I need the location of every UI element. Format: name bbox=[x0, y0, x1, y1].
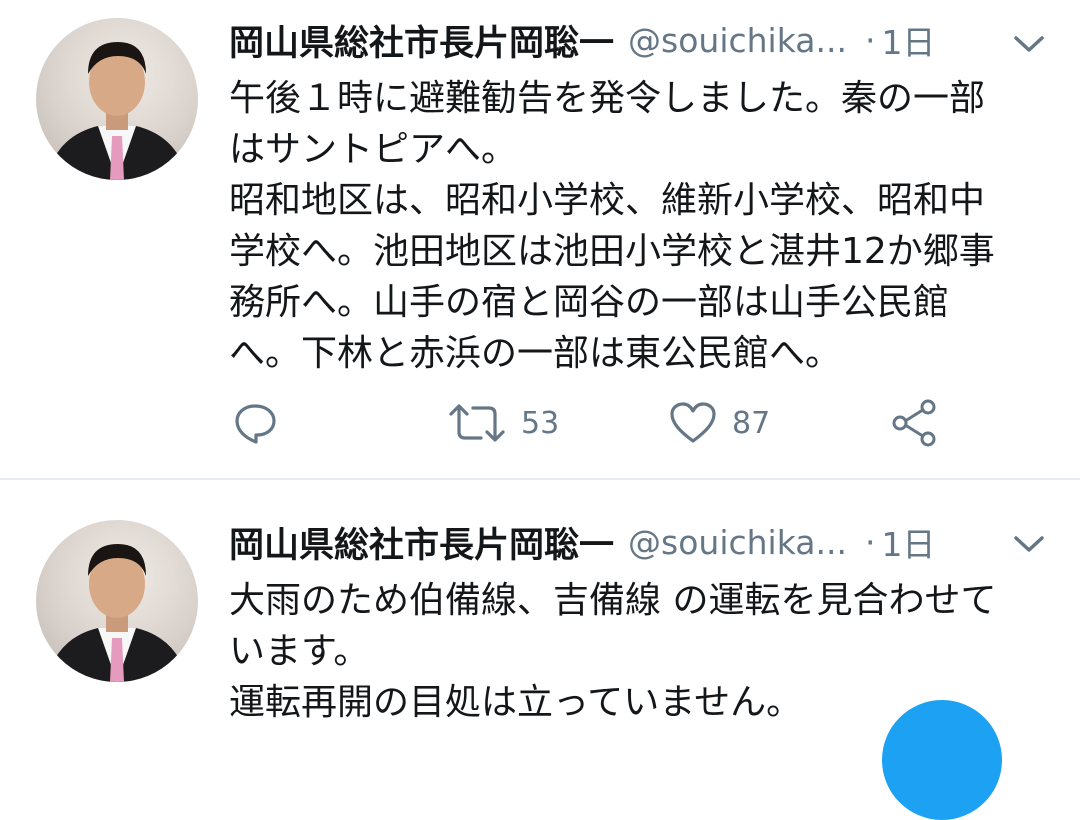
share-icon bbox=[892, 399, 936, 447]
like-button[interactable]: 87 bbox=[668, 395, 770, 451]
tweet-text-line: 午後１時に避難勧告を発令しました。秦の一部 bbox=[229, 78, 986, 119]
avatar[interactable] bbox=[36, 18, 198, 180]
timestamp[interactable]: 1日 bbox=[881, 518, 935, 566]
heart-icon bbox=[670, 402, 716, 443]
tweet-actions: 53 87 bbox=[0, 395, 1080, 451]
tweet-text-line: 学校へ。池田地区は池田小学校と湛井12か郷事 bbox=[229, 231, 995, 272]
tweet-header: 岡山県総社市長片岡聡一 @souichika... · 1日 bbox=[229, 522, 935, 566]
author-name[interactable]: 岡山県総社市長片岡聡一 bbox=[229, 15, 614, 66]
separator-dot: · bbox=[864, 522, 876, 562]
tweet-text-line: へ。下林と赤浜の一部は東公民館へ。 bbox=[229, 333, 842, 374]
share-button[interactable] bbox=[888, 395, 940, 451]
reply-icon bbox=[235, 404, 276, 444]
tweet-text-line: 昭和地区は、昭和小学校、維新小学校、昭和中 bbox=[229, 180, 986, 221]
compose-button[interactable] bbox=[882, 700, 1002, 820]
chevron-down-icon[interactable] bbox=[1012, 33, 1046, 55]
like-count: 87 bbox=[732, 405, 771, 441]
tweet-text-line: 務所へ。山手の宿と岡谷の一部は山手公民館 bbox=[229, 282, 950, 323]
author-handle[interactable]: @souichika... bbox=[628, 523, 847, 562]
tweet-text-line: はサントピアへ。 bbox=[229, 129, 518, 170]
retweet-button[interactable]: 53 bbox=[447, 395, 559, 451]
retweet-icon bbox=[449, 404, 505, 442]
reply-button[interactable] bbox=[232, 395, 278, 451]
tweet-text: 午後１時に避難勧告を発令しました。秦の一部 はサントピアへ。 昭和地区は、昭和小… bbox=[229, 73, 1049, 379]
author-name[interactable]: 岡山県総社市長片岡聡一 bbox=[229, 517, 614, 568]
timestamp[interactable]: 1日 bbox=[881, 16, 935, 64]
separator-dot: · bbox=[864, 20, 876, 60]
retweet-count: 53 bbox=[521, 405, 560, 441]
tweet-text-line: います。 bbox=[229, 631, 370, 672]
chevron-down-icon[interactable] bbox=[1012, 533, 1046, 555]
tweet-header: 岡山県総社市長片岡聡一 @souichika... · 1日 bbox=[229, 20, 935, 64]
avatar[interactable] bbox=[36, 520, 198, 682]
tweet-text-line: 大雨のため伯備線、吉備線 の運転を見合わせて bbox=[229, 580, 997, 621]
author-handle[interactable]: @souichika... bbox=[628, 21, 847, 60]
